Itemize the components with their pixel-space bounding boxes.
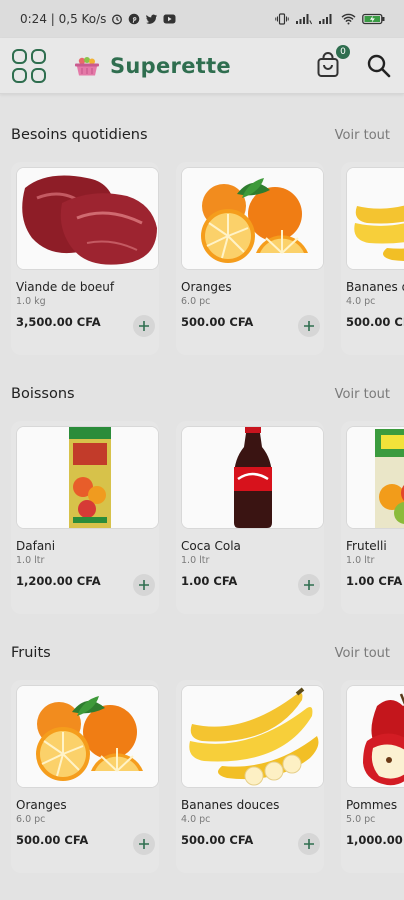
signal-icon: [319, 14, 332, 24]
add-to-cart-button[interactable]: [298, 315, 320, 337]
status-time-speed: 0:24 | 0,5 Ko/s: [20, 12, 107, 26]
product-name: Bananes douces: [346, 280, 404, 294]
product-quantity: 4.0 pc: [346, 296, 376, 307]
product-name: Oranges: [16, 798, 67, 812]
product-price: 500.00 CFA: [181, 315, 254, 329]
product-quantity: 1.0 ltr: [16, 555, 45, 566]
product-price: 500.00 CFA: [16, 833, 89, 847]
product-price: 500.00 CFA: [346, 315, 404, 329]
vibrate-icon: [275, 13, 289, 25]
pinterest-icon: [129, 13, 140, 25]
add-to-cart-button[interactable]: [133, 574, 155, 596]
product-image: [16, 167, 159, 270]
section-title: Fruits: [11, 645, 51, 661]
product-card[interactable]: Oranges 6.0 pc 500.00 CFA: [11, 680, 159, 873]
juice-carton-image: [17, 427, 158, 528]
product-row: Oranges 6.0 pc 500.00 CFA Bananes douces…: [0, 680, 404, 873]
oranges-image: [17, 686, 158, 787]
product-quantity: 6.0 pc: [181, 296, 211, 307]
section-title: Besoins quotidiens: [11, 127, 148, 143]
add-to-cart-button[interactable]: [298, 833, 320, 855]
signal-icon: [296, 14, 312, 25]
alarm-icon: [112, 14, 123, 25]
product-card[interactable]: Bananes douces 4.0 pc 500.00 CFA: [176, 680, 324, 873]
product-card[interactable]: Coca Cola 1.0 ltr 1.00 CFA: [176, 421, 324, 614]
bananas-image: [347, 168, 404, 269]
product-price: 1,200.00 CFA: [16, 574, 101, 588]
search-icon: [367, 54, 391, 77]
product-image: [181, 426, 324, 529]
beef-image: [17, 168, 158, 269]
plus-icon: [139, 580, 149, 590]
product-image: [16, 426, 159, 529]
product-name: Frutelli: [346, 539, 387, 553]
product-row: Dafani 1.0 ltr 1,200.00 CFA Coca Cola 1.…: [0, 421, 404, 614]
add-to-cart-button[interactable]: [133, 833, 155, 855]
product-card[interactable]: Bananes douces 4.0 pc 500.00 CFA: [341, 162, 404, 355]
cart-button[interactable]: 0: [314, 44, 350, 81]
product-quantity: 4.0 pc: [181, 814, 211, 825]
see-all-link[interactable]: Voir tout: [335, 387, 390, 402]
app-title: Superette: [110, 53, 231, 78]
product-price: 1.00 CFA: [346, 574, 403, 588]
categories-grid-icon[interactable]: [12, 48, 46, 83]
product-image: [181, 167, 324, 270]
product-name: Coca Cola: [181, 539, 241, 553]
product-image: [16, 685, 159, 788]
product-name: Viande de boeuf: [16, 280, 115, 294]
product-card[interactable]: Pommes 5.0 pc 1,000.00 CFA: [341, 680, 404, 873]
product-image: [181, 685, 324, 788]
basket-logo-icon: [75, 56, 99, 75]
search-button[interactable]: [366, 53, 392, 79]
battery-charging-icon: [362, 13, 385, 25]
bananas-image: [182, 686, 323, 787]
see-all-link[interactable]: Voir tout: [335, 646, 390, 661]
product-card[interactable]: Oranges 6.0 pc 500.00 CFA: [176, 162, 324, 355]
product-quantity: 1.0 kg: [16, 296, 46, 307]
product-card[interactable]: Frutelli 1.0 ltr 1.00 CFA: [341, 421, 404, 614]
frutelli-carton-image: [347, 427, 404, 528]
section-fruits: Fruits Voir tout Oranges 6.0 pc 500.00 C…: [0, 642, 404, 873]
plus-icon: [139, 321, 149, 331]
add-to-cart-button[interactable]: [298, 574, 320, 596]
product-card[interactable]: Viande de boeuf 1.0 kg 3,500.00 CFA: [11, 162, 159, 355]
cart-count-badge: 0: [336, 44, 350, 59]
youtube-icon: [163, 14, 176, 24]
wifi-icon: [341, 13, 356, 25]
product-image: [346, 167, 404, 270]
apples-image: [347, 686, 404, 787]
section-daily-needs: Besoins quotidiens Voir tout Viande de b…: [0, 124, 404, 355]
product-card[interactable]: Dafani 1.0 ltr 1,200.00 CFA: [11, 421, 159, 614]
product-price: 3,500.00 CFA: [16, 315, 101, 329]
section-title: Boissons: [11, 386, 75, 402]
product-image: [346, 426, 404, 529]
section-drinks: Boissons Voir tout Dafani 1.0 ltr 1,200.…: [0, 383, 404, 614]
cola-bottle-image: [182, 427, 323, 528]
product-price: 1.00 CFA: [181, 574, 238, 588]
see-all-link[interactable]: Voir tout: [335, 128, 390, 143]
twitter-icon: [146, 14, 158, 24]
product-name: Dafani: [16, 539, 56, 553]
app-bar: Superette 0: [0, 38, 404, 94]
product-name: Pommes: [346, 798, 398, 812]
product-quantity: 1.0 ltr: [181, 555, 210, 566]
plus-icon: [304, 839, 314, 849]
plus-icon: [304, 580, 314, 590]
product-row: Viande de boeuf 1.0 kg 3,500.00 CFA Oran…: [0, 162, 404, 355]
product-name: Bananes douces: [181, 798, 280, 812]
product-quantity: 6.0 pc: [16, 814, 46, 825]
status-bar: 0:24 | 0,5 Ko/s: [0, 0, 404, 38]
product-price: 1,000.00 CFA: [346, 833, 404, 847]
product-price: 500.00 CFA: [181, 833, 254, 847]
product-image: [346, 685, 404, 788]
add-to-cart-button[interactable]: [133, 315, 155, 337]
oranges-image: [182, 168, 323, 269]
main-content: Besoins quotidiens Voir tout Viande de b…: [0, 94, 404, 873]
product-quantity: 5.0 pc: [346, 814, 376, 825]
product-quantity: 1.0 ltr: [346, 555, 375, 566]
plus-icon: [139, 839, 149, 849]
product-name: Oranges: [181, 280, 232, 294]
plus-icon: [304, 321, 314, 331]
